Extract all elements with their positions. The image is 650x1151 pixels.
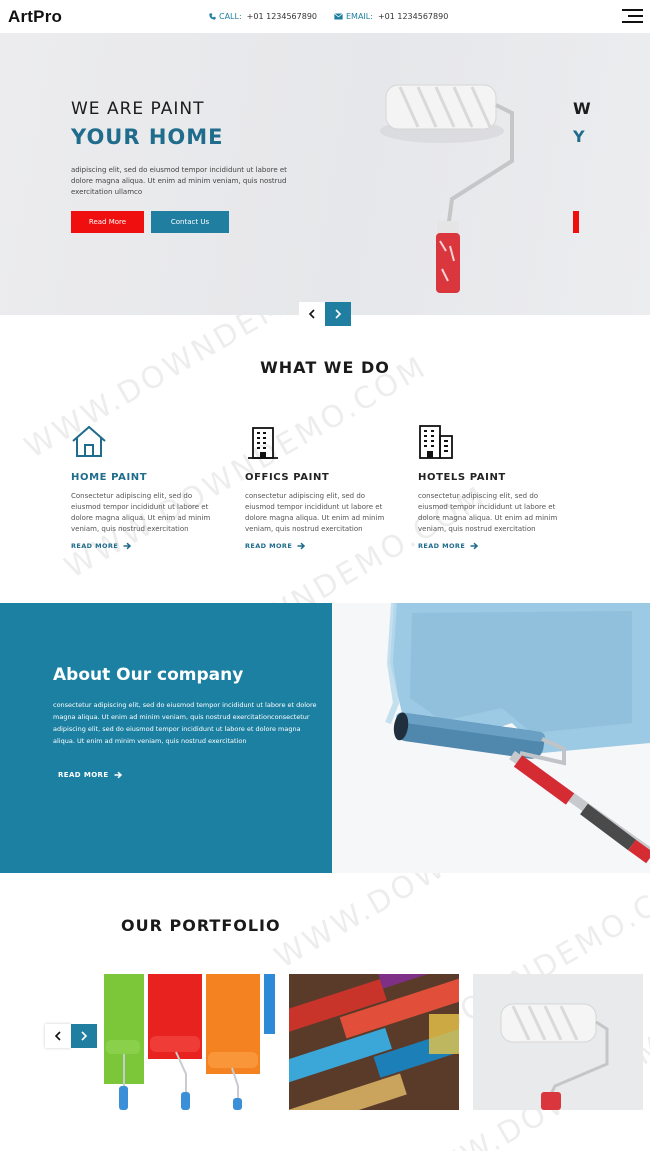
chevron-right-icon [81, 1031, 88, 1041]
hamburger-menu-icon[interactable] [622, 9, 643, 24]
paint-brushes-image [289, 974, 459, 1110]
service-title: HOME PAINT [71, 472, 148, 483]
hero-next-button[interactable] [325, 302, 351, 326]
portfolio-title: OUR PORTFOLIO [121, 916, 281, 935]
portfolio-item-white-roller[interactable] [473, 974, 643, 1110]
hero-slider-nav [299, 302, 351, 326]
service-title: HOTELS PAINT [418, 472, 506, 483]
service-read-more-link[interactable]: READ MORE [71, 542, 211, 550]
about-text: consectetur adipiscing elit, sed do eius… [53, 701, 317, 745]
color-rollers-image [104, 974, 275, 1110]
next-slide-peek-title2: Y [573, 127, 585, 146]
read-more-label: READ MORE [58, 771, 109, 779]
service-read-more-link[interactable]: READ MORE [245, 542, 385, 550]
arrow-right-icon [114, 771, 122, 779]
white-roller-image [473, 974, 643, 1110]
office-building-icon [248, 427, 278, 459]
what-we-do-title: WHAT WE DO [260, 358, 390, 377]
read-more-button[interactable]: Read More [71, 211, 144, 233]
email-value: +01 1234567890 [377, 12, 449, 21]
read-more-label: READ MORE [418, 542, 466, 550]
portfolio-item-brushes[interactable] [289, 974, 459, 1110]
logo[interactable]: ArtPro [8, 7, 62, 27]
service-title: OFFICS PAINT [245, 472, 330, 483]
call-value: +01 1234567890 [246, 12, 317, 21]
service-offics-paint: OFFICS PAINT consectetur adipiscing elit… [245, 424, 385, 550]
read-more-label: READ MORE [245, 542, 293, 550]
chevron-left-icon [308, 309, 315, 319]
hero-text: adipiscing elit, sed do eiusmod tempor i… [71, 166, 287, 196]
about-section: About Our company consectetur adipiscing… [0, 603, 332, 873]
service-read-more-link[interactable]: READ MORE [418, 542, 558, 550]
portfolio-slider-nav [45, 1024, 97, 1048]
chevron-left-icon [54, 1031, 61, 1041]
call-label: CALL: [219, 12, 242, 21]
site-header: ArtPro CALL: +01 1234567890 EMAIL: +01 1… [0, 0, 650, 33]
email-label: EMAIL: [346, 12, 373, 21]
next-slide-peek-button [573, 211, 579, 233]
chevron-right-icon [335, 309, 342, 319]
phone-icon [209, 13, 216, 20]
call-info[interactable]: CALL: +01 1234567890 [209, 12, 317, 21]
next-slide-peek-title1: W [573, 99, 591, 118]
envelope-icon [334, 13, 343, 20]
hotel-building-icon [419, 425, 453, 459]
about-read-more-link[interactable]: READ MORE [58, 771, 122, 779]
read-more-label: READ MORE [71, 542, 119, 550]
paint-roller-image [380, 84, 514, 293]
hero-prev-button[interactable] [299, 302, 325, 326]
about-title: About Our company [53, 665, 244, 685]
hero-title-line1: WE ARE PAINT [71, 99, 205, 119]
arrow-right-icon [470, 542, 479, 550]
paint-wall-illustration [332, 603, 650, 873]
arrow-right-icon [297, 542, 306, 550]
portfolio-prev-button[interactable] [45, 1024, 71, 1048]
portfolio-item-color-rollers[interactable] [104, 974, 275, 1110]
house-icon [72, 425, 106, 457]
hero-slider: WE ARE PAINT YOUR HOME adipiscing elit, … [0, 33, 650, 315]
portfolio-next-button[interactable] [71, 1024, 97, 1048]
service-home-paint: HOME PAINT Consectetur adipiscing elit, … [71, 424, 211, 550]
blue-paint-roller-image [332, 603, 650, 873]
service-hotels-paint: HOTELS PAINT consectetur adipiscing elit… [418, 424, 558, 550]
service-text: consectetur adipiscing elit, sed do eius… [245, 492, 385, 533]
service-text: Consectetur adipiscing elit, sed do eius… [71, 492, 211, 533]
arrow-right-icon [123, 542, 132, 550]
hero-title-line2: YOUR HOME [71, 125, 224, 149]
contact-us-button[interactable]: Contact Us [151, 211, 229, 233]
email-info[interactable]: EMAIL: +01 1234567890 [334, 12, 448, 21]
service-text: consectetur adipiscing elit, sed do eius… [418, 492, 558, 533]
